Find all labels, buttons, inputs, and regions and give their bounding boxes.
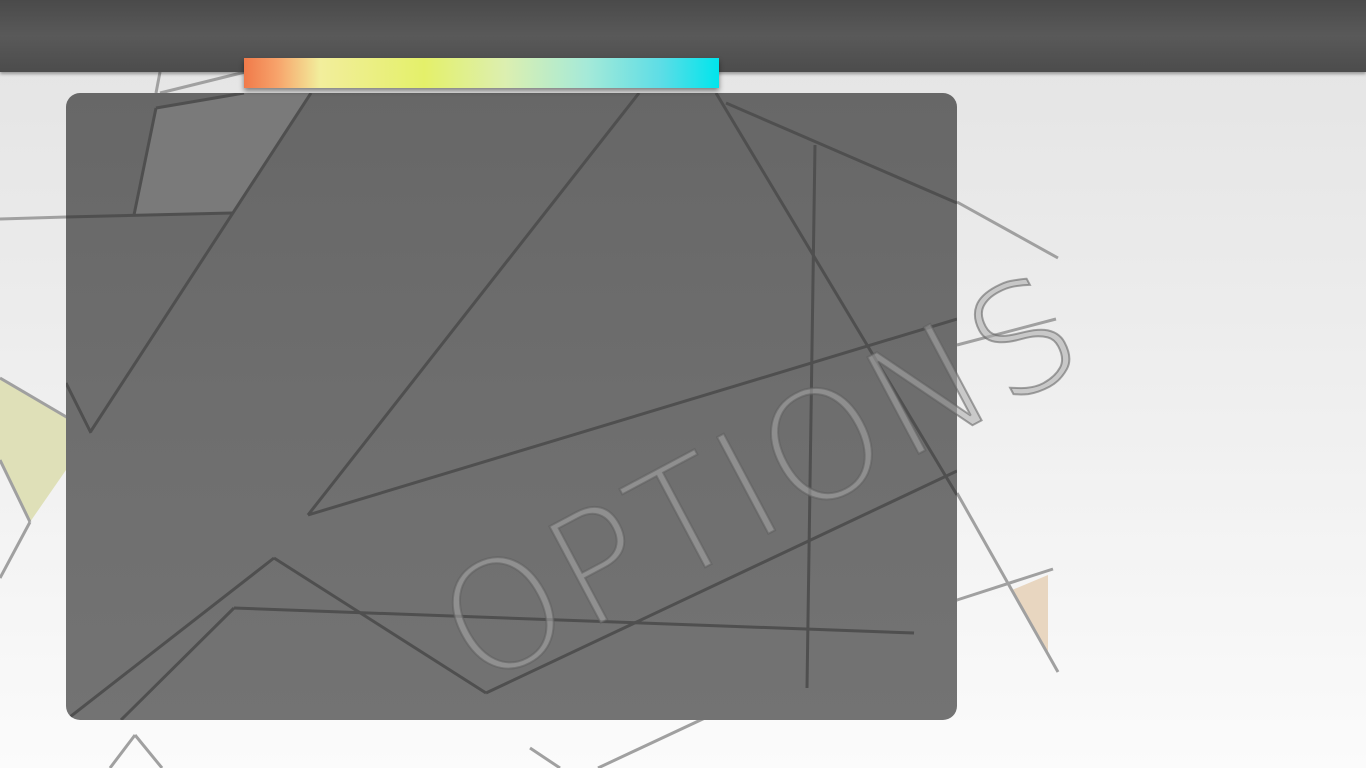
panel-highlight-shape: [134, 93, 311, 215]
color-gradient-strip: [244, 58, 719, 88]
accent-shape-left: [0, 378, 66, 522]
